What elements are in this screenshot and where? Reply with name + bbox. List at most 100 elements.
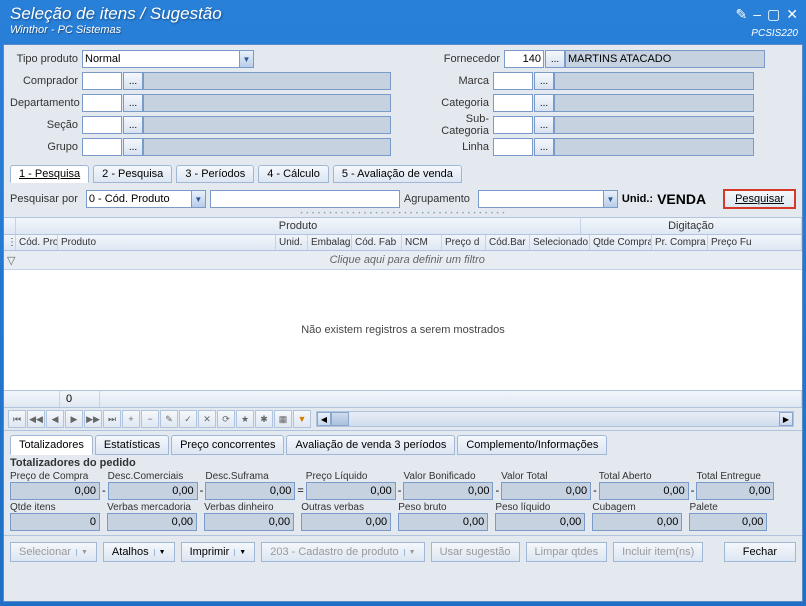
peso-liquido-value bbox=[495, 513, 585, 531]
chevron-down-icon[interactable]: ▼ bbox=[239, 51, 253, 67]
nav-filter-icon[interactable]: ▼ bbox=[293, 410, 311, 428]
comprador-label: Comprador bbox=[10, 75, 82, 87]
categoria-input[interactable] bbox=[493, 94, 533, 112]
total-aberto-value bbox=[599, 482, 689, 500]
horizontal-scrollbar[interactable]: ◀ ▶ bbox=[316, 411, 794, 427]
departamento-lookup-button[interactable]: ... bbox=[123, 94, 143, 112]
tab-complemento[interactable]: Complemento/Informações bbox=[457, 435, 607, 455]
scroll-left-icon[interactable]: ◀ bbox=[317, 412, 331, 426]
secao-name bbox=[143, 116, 391, 134]
usar-sugestao-button[interactable]: Usar sugestão bbox=[431, 542, 520, 562]
marca-input[interactable] bbox=[493, 72, 533, 90]
scroll-right-icon[interactable]: ▶ bbox=[779, 412, 793, 426]
nav-next-page-icon[interactable]: ▶▶ bbox=[84, 410, 102, 428]
scroll-thumb[interactable] bbox=[331, 412, 349, 426]
tipo-produto-dropdown[interactable]: Normal ▼ bbox=[82, 50, 254, 68]
minimize-icon[interactable]: – bbox=[753, 6, 761, 23]
cubagem-value bbox=[592, 513, 682, 531]
nav-refresh-icon[interactable]: ⟳ bbox=[217, 410, 235, 428]
nav-check-icon[interactable]: ✓ bbox=[179, 410, 197, 428]
verbas-dinheiro-value bbox=[204, 513, 294, 531]
outras-verbas-value bbox=[301, 513, 391, 531]
fornecedor-name bbox=[565, 50, 765, 68]
subcategoria-lookup-button[interactable]: ... bbox=[534, 116, 554, 134]
linha-lookup-button[interactable]: ... bbox=[534, 138, 554, 156]
qtde-itens-value bbox=[10, 513, 100, 531]
cadastro-produto-button[interactable]: 203 - Cadastro de produto▼ bbox=[261, 542, 424, 562]
departamento-input[interactable] bbox=[82, 94, 122, 112]
comprador-lookup-button[interactable]: ... bbox=[123, 72, 143, 90]
tab-3-periodos[interactable]: 3 - Períodos bbox=[176, 165, 254, 183]
tab-1-pesquisa[interactable]: 1 - Pesquisa bbox=[10, 165, 89, 183]
linha-name bbox=[554, 138, 754, 156]
nav-last-icon[interactable]: ⏭ bbox=[103, 410, 121, 428]
selecionar-button[interactable]: Selecionar▼ bbox=[10, 542, 97, 562]
nav-next-icon[interactable]: ▶ bbox=[65, 410, 83, 428]
valor-bonificado-value bbox=[403, 482, 493, 500]
nav-add-icon[interactable]: + bbox=[122, 410, 140, 428]
desc-suframa-value bbox=[205, 482, 295, 500]
chevron-down-icon: ▼ bbox=[154, 549, 166, 556]
marca-name bbox=[554, 72, 754, 90]
linha-label: Linha bbox=[423, 141, 493, 153]
fechar-button[interactable]: Fechar bbox=[724, 542, 796, 562]
nav-grid-icon[interactable]: ▦ bbox=[274, 410, 292, 428]
pesquisar-input[interactable] bbox=[210, 190, 400, 208]
marca-lookup-button[interactable]: ... bbox=[534, 72, 554, 90]
grupo-input[interactable] bbox=[82, 138, 122, 156]
secao-input[interactable] bbox=[82, 116, 122, 134]
secao-lookup-button[interactable]: ... bbox=[123, 116, 143, 134]
atalhos-button[interactable]: Atalhos▼ bbox=[103, 542, 175, 562]
subcategoria-name bbox=[554, 116, 754, 134]
linha-input[interactable] bbox=[493, 138, 533, 156]
agrupamento-dropdown[interactable]: ▼ bbox=[478, 190, 618, 208]
tipo-produto-label: Tipo produto bbox=[10, 53, 82, 65]
comprador-input[interactable] bbox=[82, 72, 122, 90]
categoria-lookup-button[interactable]: ... bbox=[534, 94, 554, 112]
tab-estatisticas[interactable]: Estatísticas bbox=[95, 435, 169, 455]
categoria-name bbox=[554, 94, 754, 112]
window: Seleção de itens / Sugestão Winthor - PC… bbox=[0, 0, 806, 606]
verbas-mercadoria-value bbox=[107, 513, 197, 531]
marca-label: Marca bbox=[423, 75, 493, 87]
nav-remove-icon[interactable]: − bbox=[141, 410, 159, 428]
chevron-down-icon[interactable]: ▼ bbox=[191, 191, 205, 207]
nav-cancel-icon[interactable]: ✕ bbox=[198, 410, 216, 428]
palete-value bbox=[689, 513, 767, 531]
totalizers-title: Totalizadores do pedido bbox=[10, 457, 796, 469]
nav-star-icon[interactable]: ✱ bbox=[255, 410, 273, 428]
tab-totalizadores[interactable]: Totalizadores bbox=[10, 435, 93, 455]
totalizers-panel: Totalizadores do pedido Preço de Compra … bbox=[4, 455, 802, 535]
pesquisar-por-label: Pesquisar por bbox=[10, 193, 82, 205]
grid-filter-row[interactable]: ▽ Clique aqui para definir um filtro bbox=[4, 251, 802, 270]
grid-column-header[interactable]: ⋮⋮ Cód. Pro Produto Unid. Embalag Cód. F… bbox=[4, 235, 802, 251]
tab-4-calculo[interactable]: 4 - Cálculo bbox=[258, 165, 329, 183]
incluir-item-button[interactable]: Incluir item(ns) bbox=[613, 542, 703, 562]
grupo-lookup-button[interactable]: ... bbox=[123, 138, 143, 156]
nav-first-icon[interactable]: ⏮ bbox=[8, 410, 26, 428]
maximize-icon[interactable]: ▢ bbox=[767, 6, 780, 23]
subcategoria-input[interactable] bbox=[493, 116, 533, 134]
tab-2-pesquisa[interactable]: 2 - Pesquisa bbox=[93, 165, 172, 183]
total-entregue-value bbox=[696, 482, 774, 500]
pesquisar-button[interactable]: Pesquisar bbox=[723, 189, 796, 209]
nav-bookmark-icon[interactable]: ★ bbox=[236, 410, 254, 428]
preco-liquido-value bbox=[306, 482, 396, 500]
close-icon[interactable]: ✕ bbox=[786, 6, 798, 23]
imprimir-button[interactable]: Imprimir▼ bbox=[181, 542, 256, 562]
edit-icon[interactable]: ✎ bbox=[736, 6, 748, 23]
tab-5-avaliacao[interactable]: 5 - Avaliação de venda bbox=[333, 165, 462, 183]
pesquisar-por-dropdown[interactable]: 0 - Cód. Produto ▼ bbox=[86, 190, 206, 208]
chevron-down-icon[interactable]: ▼ bbox=[603, 191, 617, 207]
tab-preco-concorrentes[interactable]: Preço concorrentes bbox=[171, 435, 284, 455]
fornecedor-lookup-button[interactable]: ... bbox=[545, 50, 565, 68]
peso-bruto-value bbox=[398, 513, 488, 531]
nav-edit-icon[interactable]: ✎ bbox=[160, 410, 178, 428]
nav-prev-page-icon[interactable]: ◀◀ bbox=[27, 410, 45, 428]
limpar-qtdes-button[interactable]: Limpar qtdes bbox=[526, 542, 608, 562]
departamento-name bbox=[143, 94, 391, 112]
tab-avaliacao-venda[interactable]: Avaliação de venda 3 períodos bbox=[286, 435, 455, 455]
fornecedor-input[interactable] bbox=[504, 50, 544, 68]
chevron-down-icon: ▼ bbox=[234, 549, 246, 556]
nav-prev-icon[interactable]: ◀ bbox=[46, 410, 64, 428]
